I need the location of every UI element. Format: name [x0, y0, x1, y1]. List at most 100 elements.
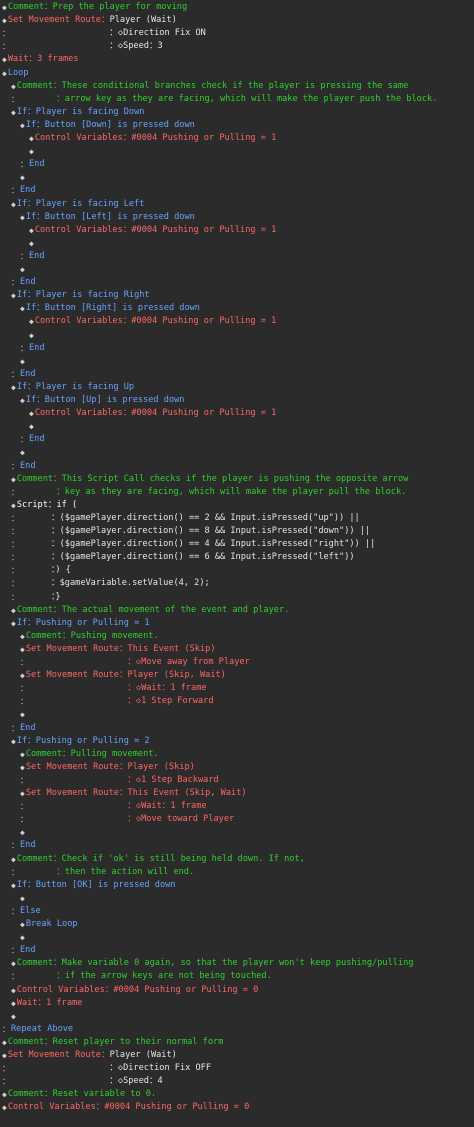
- command-row[interactable]: ◆ Comment：The actual movement of the even…: [0, 604, 474, 617]
- command-row[interactable]: ： ：}: [0, 591, 474, 604]
- continuation-mark: ：: [2, 29, 10, 39]
- command-row[interactable]: ： ：◇1 Step Backward: [0, 774, 474, 787]
- command-row[interactable]: ： End: [0, 276, 474, 289]
- diamond-icon: ◆: [2, 1103, 7, 1113]
- command-row[interactable]: ： End: [0, 250, 474, 263]
- command-row[interactable]: ◆: [0, 329, 474, 342]
- command-row[interactable]: ◆ If：Player is facing Right: [0, 289, 474, 302]
- command-row[interactable]: ◆ Set Movement Route： Player (Wait): [0, 14, 474, 27]
- command-row[interactable]: ◆ If：Player is facing Down: [0, 106, 474, 119]
- command-row[interactable]: ◆ Set Movement Route：This Event (Skip, Wa…: [0, 787, 474, 800]
- command-row[interactable]: ◆: [0, 420, 474, 433]
- command-row[interactable]: ◆: [0, 826, 474, 839]
- command-row[interactable]: ◆ Set Movement Route：Player (Skip, Wait): [0, 669, 474, 682]
- command-row[interactable]: ◆ If：Button [Left] is pressed down: [0, 211, 474, 224]
- command-row[interactable]: ◆ Comment：Reset variable to 0.: [0, 1088, 474, 1101]
- command-row[interactable]: ◆ Set Movement Route：Player (Skip): [0, 761, 474, 774]
- command-row[interactable]: ◆: [0, 263, 474, 276]
- command-row[interactable]: ： ：($gamePlayer.direction() == 8 && Inpu…: [0, 525, 474, 538]
- command-row[interactable]: ◆: [0, 355, 474, 368]
- command-row[interactable]: ◆ Loop: [0, 67, 474, 80]
- command-row[interactable]: ： ：◇1 Step Forward: [0, 695, 474, 708]
- command-row[interactable]: ◆ Set Movement Route： Player (Wait): [0, 1049, 474, 1062]
- command-row[interactable]: ： Else: [0, 905, 474, 918]
- command-row[interactable]: ◆ Comment：These conditional branches chec…: [0, 80, 474, 93]
- command-row[interactable]: ◆: [0, 1010, 474, 1023]
- event-command-list[interactable]: ◆ Comment：Prep the player for moving ◆ Set …: [0, 0, 474, 1127]
- flow-control-command: End: [29, 434, 45, 445]
- diamond-icon: ◆: [11, 474, 16, 484]
- command-row[interactable]: ◆ If：Button [Down] is pressed down: [0, 119, 474, 132]
- command-line: ：}: [20, 591, 61, 602]
- diamond-icon: ◆: [20, 644, 25, 654]
- command-row[interactable]: ： End: [0, 342, 474, 355]
- command-row[interactable]: ： ：then the action will end.: [0, 866, 474, 879]
- command-row[interactable]: ◆: [0, 145, 474, 158]
- command-row[interactable]: ◆ If：Player is facing Left: [0, 198, 474, 211]
- command-row[interactable]: ： ：◇Speed：4: [0, 1075, 474, 1088]
- command-row[interactable]: ◆ Comment：Check if 'ok' is still being he…: [0, 853, 474, 866]
- command-row[interactable]: ◆ Control Variables：#0004 Pushing or Pull…: [0, 407, 474, 420]
- command-row[interactable]: ： End: [0, 433, 474, 446]
- command-row[interactable]: ◆ Wait：1 frame: [0, 997, 474, 1010]
- command-row[interactable]: ： ：◇Direction Fix ON: [0, 27, 474, 40]
- diamond-icon: ◆: [11, 998, 16, 1008]
- command-row[interactable]: ： ：($gamePlayer.direction() == 4 && Inpu…: [0, 538, 474, 551]
- command-row[interactable]: ◆ Break Loop: [0, 918, 474, 931]
- command-row[interactable]: ◆ If：Player is facing Up: [0, 381, 474, 394]
- command-row[interactable]: ◆: [0, 171, 474, 184]
- command-row[interactable]: ◆ If：Pushing or Pulling = 2: [0, 735, 474, 748]
- command-row[interactable]: ◆: [0, 237, 474, 250]
- command-row[interactable]: ◆ Comment：Pushing movement.: [0, 630, 474, 643]
- command-row[interactable]: ： End: [0, 839, 474, 852]
- command-row[interactable]: ： ：arrow key as they are facing, which w…: [0, 93, 474, 106]
- command-row[interactable]: ： End: [0, 460, 474, 473]
- command-row[interactable]: ◆ If：Button [Right] is pressed down: [0, 302, 474, 315]
- command-row[interactable]: ◆ Wait：3 frames: [0, 53, 474, 66]
- command-row[interactable]: ： ：◇Direction Fix OFF: [0, 1062, 474, 1075]
- command-row[interactable]: ◆ If：Button [Up] is pressed down: [0, 394, 474, 407]
- command-row[interactable]: ： ：($gamePlayer.direction() == 6 && Inpu…: [0, 551, 474, 564]
- command-row[interactable]: ： ：◇Move away from Player: [0, 656, 474, 669]
- flow-control-command: If：Pushing or Pulling = 2: [16, 735, 150, 746]
- command-row[interactable]: ： ：) {: [0, 564, 474, 577]
- command-row[interactable]: ： End: [0, 944, 474, 957]
- command-row[interactable]: ◆ Control Variables：#0004 Pushing or Pull…: [0, 315, 474, 328]
- command-row[interactable]: ◆ Comment：Reset player to their normal fo…: [0, 1036, 474, 1049]
- command-row[interactable]: ： Repeat Above: [0, 1023, 474, 1036]
- command-row[interactable]: ◆ Comment：Make variable 0 again, so that …: [0, 957, 474, 970]
- command-row[interactable]: ： End: [0, 158, 474, 171]
- command-row[interactable]: ◆ Script：if (: [0, 499, 474, 512]
- command-row[interactable]: ： ：◇Speed：3: [0, 40, 474, 53]
- command-row[interactable]: ： ：$gameVariable.setValue(4, 2);: [0, 577, 474, 590]
- command-row[interactable]: ： ：($gamePlayer.direction() == 2 && Inpu…: [0, 512, 474, 525]
- command-row[interactable]: ◆ Comment：Pulling movement.: [0, 748, 474, 761]
- command-row[interactable]: ： ：if the arrow keys are not being touch…: [0, 970, 474, 983]
- flow-control-command: End: [20, 277, 36, 288]
- command-row[interactable]: ◆ Set Movement Route：This Event (Skip): [0, 643, 474, 656]
- diamond-icon: ◆: [11, 618, 16, 628]
- command-row[interactable]: ： End: [0, 722, 474, 735]
- command-row[interactable]: ◆ Control Variables：#0004 Pushing or Pull…: [0, 1101, 474, 1114]
- command-row[interactable]: ◆: [0, 892, 474, 905]
- command-row[interactable]: ： End: [0, 184, 474, 197]
- command-row[interactable]: ◆ Control Variables：#0004 Pushing or Pull…: [0, 984, 474, 997]
- command-row[interactable]: ： ：◇Wait：1 frame: [0, 800, 474, 813]
- command-row[interactable]: ◆ Control Variables：#0004 Pushing or Pull…: [0, 224, 474, 237]
- command-row[interactable]: ◆ Comment：This Script Call checks if the …: [0, 473, 474, 486]
- command-row[interactable]: ： ：◇Wait：1 frame: [0, 682, 474, 695]
- command-target: Player (Wait): [109, 1050, 177, 1060]
- command-row[interactable]: ◆ If：Button [OK] is pressed down: [0, 879, 474, 892]
- command-row[interactable]: ◆ If：Pushing or Pulling = 1: [0, 617, 474, 630]
- command-row[interactable]: ◆ Control Variables：#0004 Pushing or Pull…: [0, 132, 474, 145]
- diamond-icon: ◆: [2, 1051, 7, 1060]
- command-row[interactable]: ◆: [0, 708, 474, 721]
- command-row[interactable]: ◆ Comment：Prep the player for moving: [0, 1, 474, 14]
- command-row[interactable]: ◆: [0, 446, 474, 459]
- command-row[interactable]: ： End: [0, 368, 474, 381]
- command-row[interactable]: ◆: [0, 931, 474, 944]
- comment-command: ：then the action will end.: [20, 866, 195, 877]
- command-row[interactable]: ： ：key as they are facing, which will ma…: [0, 486, 474, 499]
- continuation-mark: ：: [20, 802, 28, 812]
- command-row[interactable]: ： ：◇Move toward Player: [0, 813, 474, 826]
